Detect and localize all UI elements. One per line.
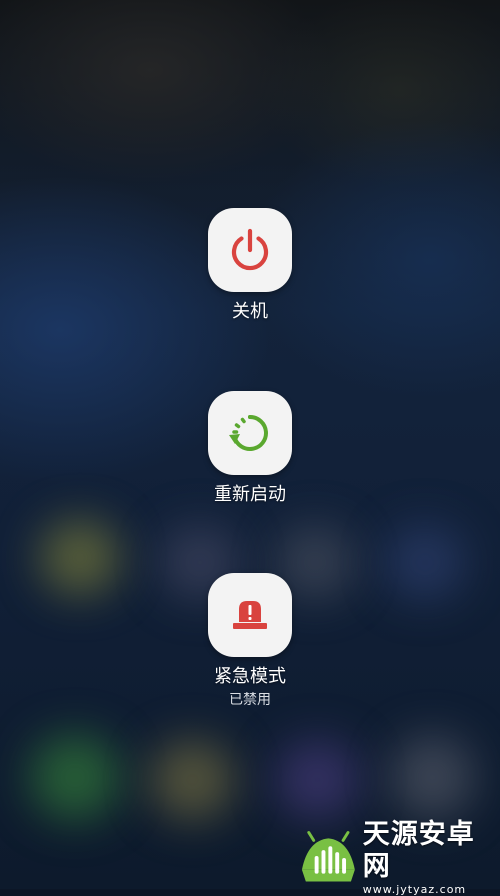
power-off-label: 关机 xyxy=(232,301,268,322)
site-watermark: 天源安卓网 www.jytyaz.com xyxy=(296,819,500,896)
emergency-siren-icon xyxy=(233,601,267,629)
emergency-mode-label: 紧急模式 xyxy=(214,666,286,687)
watermark-title: 天源安卓网 xyxy=(362,819,475,882)
restart-tile[interactable] xyxy=(208,391,292,475)
power-off-tile[interactable] xyxy=(208,208,292,292)
restart-button[interactable]: 重新启动 xyxy=(150,391,350,507)
emergency-mode-status: 已禁用 xyxy=(229,692,271,708)
restart-label: 重新启动 xyxy=(214,484,286,505)
power-off-button[interactable]: 关机 xyxy=(150,208,350,324)
android-logo-icon xyxy=(301,830,355,882)
watermark-url: www.jytyaz.com xyxy=(362,883,467,896)
power-icon xyxy=(231,228,269,271)
emergency-mode-tile[interactable] xyxy=(208,573,292,657)
watermark-text: 天源安卓网 www.jytyaz.com xyxy=(363,819,500,896)
power-menu: 关机 重新启动 紧急模式 已禁用 xyxy=(0,0,500,889)
emergency-mode-button[interactable]: 紧急模式 已禁用 xyxy=(150,573,350,709)
restart-icon xyxy=(229,415,268,451)
